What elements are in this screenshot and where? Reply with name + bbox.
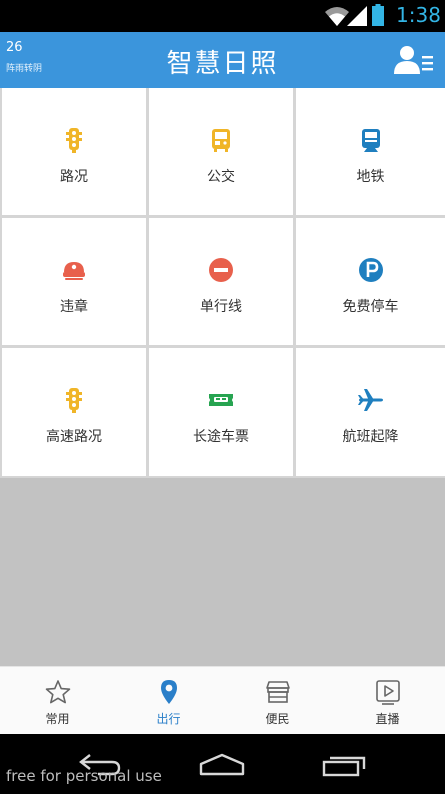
grid-item-label: 路况: [60, 169, 88, 185]
nav-tab-favorites[interactable]: 常用: [2, 667, 113, 735]
grid-item-label: 航班起降: [342, 429, 399, 445]
parking-icon: [358, 258, 383, 282]
nav-tab-live[interactable]: 直播: [332, 667, 443, 735]
grid-item-bus[interactable]: 公交: [149, 88, 293, 215]
feature-grid: 路况 公交 地铁 违章 单行线 免费停车 高速路况 长途车票 航班起降: [0, 88, 445, 478]
bottom-nav: 常用 出行 便民 直播: [0, 666, 445, 734]
traffic-light-icon: [66, 388, 82, 413]
star-icon: [45, 680, 70, 704]
system-nav-bar: free for personal use: [0, 734, 445, 794]
empty-content-area: [0, 478, 445, 666]
nav-tab-travel[interactable]: 出行: [113, 667, 224, 735]
location-pin-icon: [160, 680, 177, 704]
clock: 1:38: [396, 3, 441, 27]
grid-item-free-parking[interactable]: 免费停车: [296, 218, 445, 345]
play-icon: [375, 680, 400, 705]
airplane-icon: [357, 389, 383, 411]
grid-item-highway-traffic[interactable]: 高速路况: [2, 348, 146, 476]
grid-item-subway[interactable]: 地铁: [296, 88, 445, 215]
grid-item-label: 公交: [207, 169, 235, 185]
app-title: 智慧日照: [166, 49, 279, 79]
grid-item-coach-ticket[interactable]: 长途车票: [149, 348, 293, 476]
police-cap-icon: [63, 262, 85, 280]
grid-item-flights[interactable]: 航班起降: [296, 348, 445, 476]
recent-apps-icon[interactable]: [322, 752, 368, 778]
grid-item-traffic[interactable]: 路况: [2, 88, 146, 215]
watermark: free for personal use: [6, 767, 162, 785]
user-menu-icon[interactable]: [394, 45, 434, 75]
grid-item-label: 地铁: [356, 169, 385, 185]
nav-tab-label: 直播: [375, 712, 400, 726]
grid-item-one-way[interactable]: 单行线: [149, 218, 293, 345]
grid-item-violation[interactable]: 违章: [2, 218, 146, 345]
bus-icon: [212, 129, 230, 152]
grid-item-label: 免费停车: [342, 299, 399, 315]
nav-tab-services[interactable]: 便民: [222, 667, 333, 735]
battery-icon: [372, 4, 384, 26]
bus-ticket-icon: [209, 394, 233, 406]
grid-item-label: 单行线: [200, 299, 242, 315]
status-bar: 1:38: [0, 0, 445, 32]
grid-item-label: 长途车票: [193, 429, 249, 445]
signal-icon: [347, 6, 367, 26]
nav-tab-label: 便民: [265, 712, 290, 726]
app-header: 26 阵雨转阴 智慧日照: [0, 32, 445, 88]
subway-icon: [361, 129, 380, 152]
nav-tab-label: 出行: [156, 712, 181, 726]
no-entry-icon: [209, 258, 233, 282]
traffic-light-icon: [66, 128, 82, 153]
home-icon[interactable]: [198, 752, 246, 778]
shop-icon: [265, 681, 290, 703]
grid-item-label: 高速路况: [46, 429, 102, 445]
grid-item-label: 违章: [60, 299, 88, 315]
nav-tab-label: 常用: [45, 712, 70, 726]
